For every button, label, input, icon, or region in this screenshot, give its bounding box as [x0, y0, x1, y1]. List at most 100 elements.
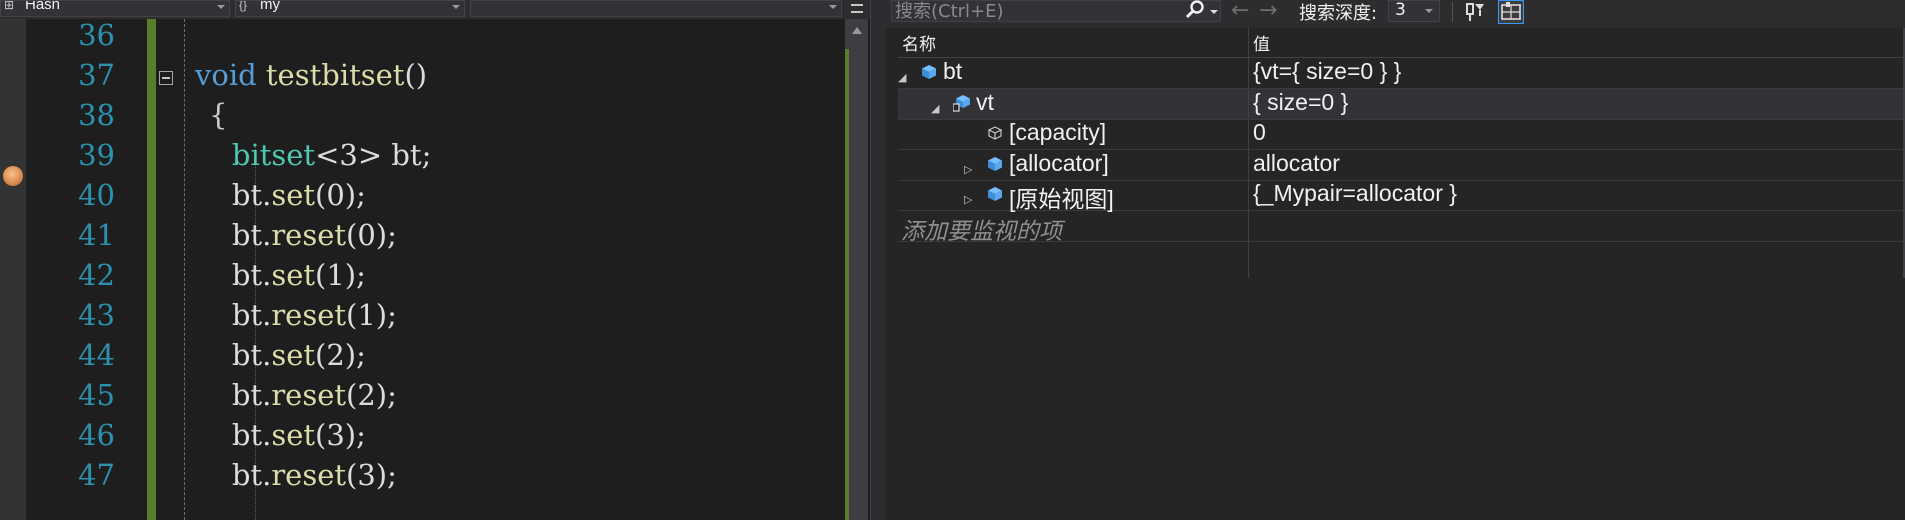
editor-vertical-scrollbar[interactable] [845, 19, 868, 520]
field-icon [920, 63, 938, 81]
toolbar-separator [1452, 2, 1453, 22]
column-header-value[interactable]: 值 [1253, 30, 1270, 55]
code-token: (2); [315, 338, 366, 372]
code-token: (0); [346, 218, 397, 252]
line-number: 41 [78, 218, 115, 252]
visual-studio-window: ⊞ Hash {} my 36 37 38 39 40 41 42 43 44 45 46 47 [0, 0, 1905, 520]
search-previous-arrow-icon[interactable]: ← [1231, 0, 1249, 23]
watch-row-name: [allocator] [1009, 149, 1109, 176]
chevron-down-icon [217, 5, 225, 9]
code-token: <3> bt; [315, 138, 432, 172]
code-token: reset [271, 298, 347, 332]
view-layout-button[interactable] [1498, 0, 1524, 24]
watch-grid-header: 名称 值 [898, 28, 1905, 58]
code-text[interactable]: void testbitset(){ bitset<3> bt; bt.set(… [195, 19, 845, 520]
navigation-bar: ⊞ Hash {} my [0, 0, 870, 19]
code-line[interactable]: bitset<3> bt; [195, 135, 431, 175]
code-line[interactable]: bt.reset(1); [195, 295, 397, 335]
code-line[interactable]: { [209, 95, 227, 135]
code-line[interactable]: bt.reset(2); [195, 375, 397, 415]
property-icon [986, 124, 1004, 142]
code-token: bt. [195, 178, 272, 212]
code-line[interactable]: bt.set(2); [195, 335, 366, 375]
code-token: reset [271, 218, 347, 252]
watch-row[interactable]: ▷ [原始视图] {_Mypair=allocator } [898, 180, 1905, 212]
chevron-down-icon [1425, 9, 1433, 13]
watch-row-value[interactable]: allocator [1253, 150, 1340, 177]
column-separator[interactable] [1248, 28, 1249, 278]
scroll-up-icon[interactable] [852, 27, 862, 34]
watch-search-box[interactable] [891, 0, 1221, 22]
code-token: reset [271, 458, 347, 492]
pin-filter-button[interactable] [1462, 0, 1488, 24]
watch-row-name: [capacity] [1009, 119, 1107, 145]
search-depth-select[interactable]: 3 [1388, 0, 1440, 22]
project-combo-label: Hash [25, 0, 61, 13]
search-depth-label: 搜索深度: [1299, 3, 1378, 24]
pane-splitter[interactable] [870, 0, 886, 520]
code-editor[interactable]: ⊞ Hash {} my 36 37 38 39 40 41 42 43 44 45 46 47 [0, 0, 870, 520]
grid-view-icon [1501, 2, 1521, 20]
add-watch-placeholder[interactable]: 添加要监视的项 [901, 212, 1062, 246]
code-line[interactable]: bt.set(3); [195, 415, 366, 455]
collapse-arrow-icon[interactable]: ◢ [898, 71, 906, 84]
code-token: bt. [195, 418, 272, 452]
line-number: 39 [78, 138, 115, 172]
add-watch-row[interactable]: 添加要监视的项 [898, 211, 1905, 245]
code-line[interactable]: void testbitset() [195, 55, 427, 95]
watch-row[interactable]: ◢ bt {vt={ size=0 } } [898, 58, 1905, 89]
watch-row-value[interactable]: {vt={ size=0 } } [1253, 58, 1401, 85]
scope-combo-label: my [260, 0, 280, 13]
member-combo[interactable] [470, 0, 842, 17]
expand-arrow-icon[interactable]: ▷ [964, 193, 972, 206]
line-numbers: 36 37 38 39 40 41 42 43 44 45 46 47 [26, 18, 121, 520]
code-line[interactable]: bt.set(1); [195, 255, 366, 295]
split-icon [851, 4, 863, 6]
breakpoint-margin[interactable] [0, 19, 26, 520]
watch-row-value[interactable]: {_Mypair=allocator } [1253, 180, 1457, 207]
watch-toolbar: ← → 搜索深度: 3 [886, 0, 1905, 28]
field-icon [986, 185, 1004, 203]
watch-row[interactable]: [capacity] 0 [898, 119, 1905, 150]
watch-row-value[interactable]: 0 [1253, 119, 1266, 146]
watch-grid[interactable]: 名称 值 ◢ bt {vt={ size=0 } } ◢ vt { size=0 } [ca… [898, 28, 1905, 520]
breakpoint-icon[interactable] [3, 166, 23, 186]
search-depth-value: 3 [1395, 0, 1406, 20]
search-next-arrow-icon[interactable]: → [1259, 0, 1277, 23]
collapse-toggle-icon[interactable] [159, 71, 173, 85]
watch-row-name: vt [976, 88, 994, 115]
watch-search-input[interactable] [892, 1, 1158, 21]
collapse-arrow-icon[interactable]: ◢ [931, 102, 939, 115]
line-number: 46 [78, 418, 115, 452]
column-header-name[interactable]: 名称 [902, 30, 936, 55]
code-token: set [271, 338, 316, 372]
watch-row[interactable]: ▷ [allocator] allocator [898, 150, 1905, 181]
watch-row-value[interactable]: { size=0 } [1253, 89, 1348, 116]
namespace-icon: {} [239, 0, 248, 12]
scope-combo[interactable]: {} my [235, 0, 465, 17]
code-line[interactable]: bt.set(0); [195, 175, 366, 215]
line-number: 37 [78, 58, 115, 92]
line-number: 44 [78, 338, 115, 372]
outlining-guide [184, 19, 185, 520]
code-token: { [209, 98, 228, 132]
code-token: set [271, 418, 316, 452]
watch-row[interactable]: ◢ vt { size=0 } [898, 88, 1905, 120]
code-line[interactable]: bt.reset(0); [195, 215, 397, 255]
code-token: bt. [195, 218, 272, 252]
search-options-chevron-icon[interactable] [1210, 10, 1218, 14]
search-icon[interactable] [1184, 0, 1206, 21]
expand-arrow-icon[interactable]: ▷ [964, 163, 972, 176]
code-token: bt. [195, 378, 272, 412]
code-token: bt. [195, 258, 272, 292]
code-token: (3); [346, 458, 397, 492]
code-token: bt. [195, 458, 272, 492]
scrollbar-change-marker [845, 49, 849, 520]
chevron-down-icon [452, 5, 460, 9]
split-editor-button[interactable] [845, 0, 868, 19]
code-token: (3); [315, 418, 366, 452]
split-icon-bar [851, 11, 863, 13]
line-number: 40 [78, 178, 115, 212]
code-line[interactable]: bt.reset(3); [195, 455, 397, 495]
